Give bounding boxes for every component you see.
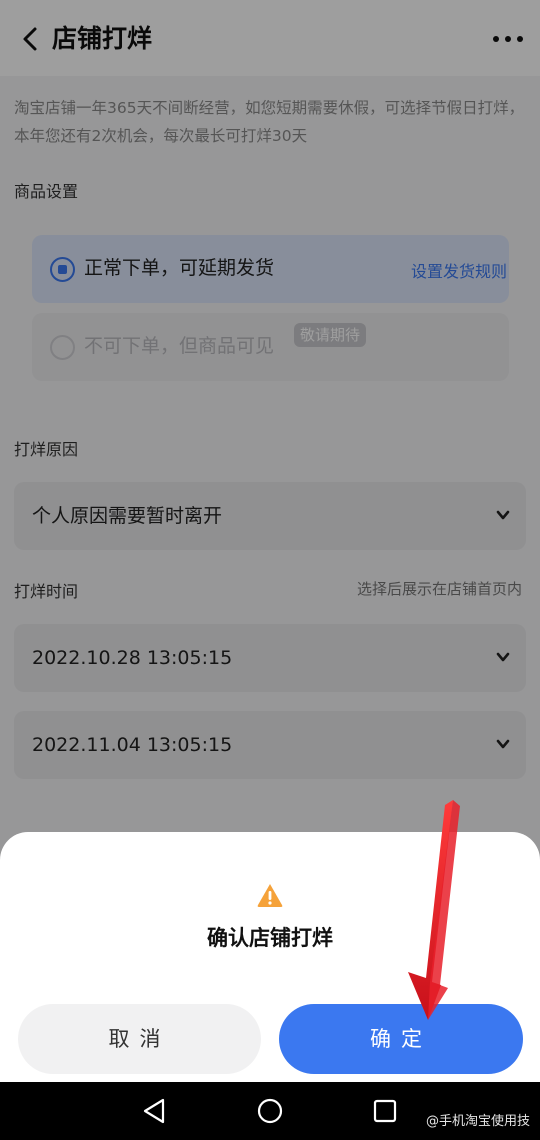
cancel-button[interactable]: 取消 [18,1004,261,1074]
warning-icon [257,884,283,907]
dialog-title: 确认店铺打烊 [207,926,333,950]
system-nav-bar: @手机淘宝使用技 [0,1082,540,1140]
confirm-button[interactable]: 确定 [279,1004,523,1074]
nav-recents-icon[interactable] [369,1095,401,1127]
watermark-text: @手机淘宝使用技 [425,1114,530,1129]
nav-back-icon[interactable] [139,1095,171,1127]
nav-home-icon[interactable] [254,1095,286,1127]
confirm-dialog: 确认店铺打烊 取消 确定 [0,832,540,1082]
